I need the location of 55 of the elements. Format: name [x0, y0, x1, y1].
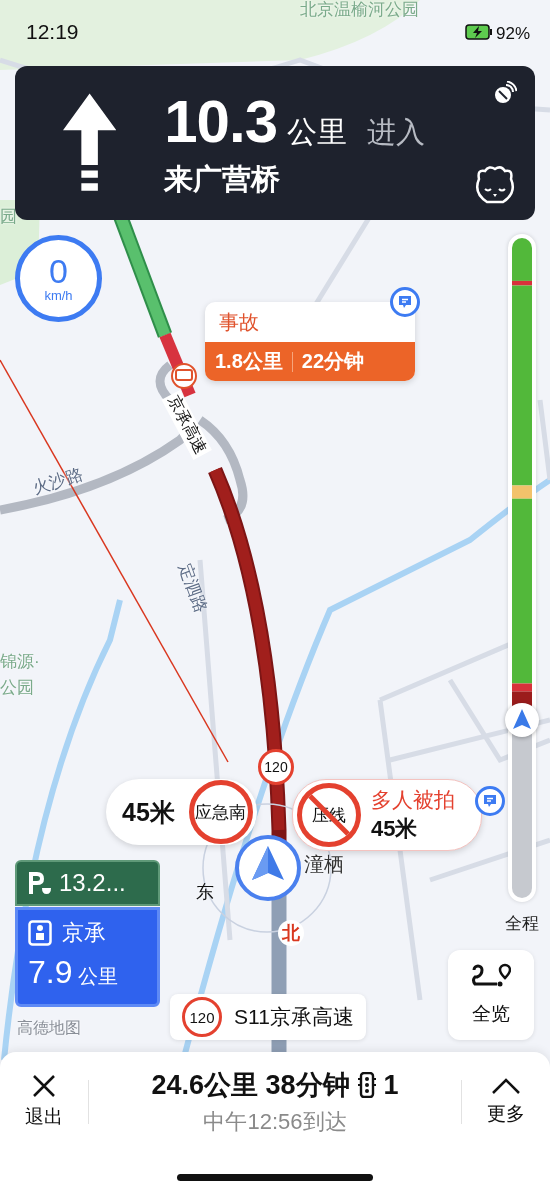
message-icon	[398, 295, 412, 309]
road-label: 定泗路	[174, 560, 212, 616]
road-label: 火沙路	[30, 463, 86, 500]
battery-charging-icon	[465, 24, 493, 40]
incident-distance: 1.8公里	[215, 349, 283, 374]
speed-unit: km/h	[44, 288, 73, 303]
battery-percent: 92%	[496, 24, 531, 44]
incident-marker	[171, 363, 197, 389]
exit-button[interactable]: 退出	[0, 1074, 88, 1130]
overview-button[interactable]: 全览	[448, 950, 534, 1040]
action-text: 进入	[367, 114, 425, 150]
exit-name: 京承	[62, 919, 106, 947]
close-icon	[32, 1074, 56, 1098]
alert-distance: 45米	[371, 815, 419, 843]
speed-value: 0	[49, 254, 68, 288]
exit-icon	[28, 920, 52, 946]
emergency-lane-sign: 应急南	[188, 780, 253, 844]
sleeping-face-icon[interactable]	[473, 165, 517, 205]
traffic-light-count: 1	[383, 1069, 399, 1101]
alert-distance: 45米	[122, 796, 175, 828]
incident-callout[interactable]: 事故 1.8公里 22分钟	[205, 302, 415, 381]
place-label: 北京温榆河公园	[300, 0, 419, 21]
navigation-arrow-icon	[513, 708, 531, 731]
distance-unit: 公里	[287, 113, 347, 150]
exit-distance: 7.9	[28, 954, 73, 991]
alert-title: 多人被拍	[371, 787, 455, 813]
compass-east: 东	[196, 881, 214, 904]
message-icon	[483, 794, 497, 808]
speed-limit-sign: 120	[182, 997, 222, 1037]
place-label: 公园	[0, 677, 34, 699]
speed-limit-sign: 120	[258, 749, 294, 785]
map-logo: 高德地图	[17, 1018, 81, 1038]
parking-cafe-icon	[27, 870, 53, 896]
place-label: 园	[0, 206, 17, 228]
vehicle-position-marker	[234, 834, 302, 902]
arrival-time: 中午12:56到达	[203, 1108, 347, 1136]
exit-unit: 公里	[78, 964, 119, 989]
message-button[interactable]	[475, 786, 505, 816]
service-distance: 13.2...	[59, 869, 126, 897]
message-button[interactable]	[390, 287, 420, 317]
satellite-signal-icon	[493, 81, 517, 105]
traffic-light-icon	[357, 1072, 376, 1098]
caret-up-icon	[491, 1077, 521, 1095]
distance-value: 10.3	[164, 86, 277, 156]
route-summary: 24.6公里 38分钟	[151, 1069, 350, 1102]
current-road-name: S11京承高速	[234, 1004, 354, 1030]
incident-duration: 22分钟	[301, 349, 365, 374]
full-route-label: 全程	[505, 913, 539, 935]
compass-north: 北	[278, 920, 304, 946]
road-name: 来广营桥	[164, 161, 282, 197]
more-button[interactable]: 更多	[462, 1077, 550, 1127]
status-time: 12:19	[26, 20, 79, 44]
place-label: 潼栖	[304, 852, 344, 877]
incident-title: 事故	[218, 310, 260, 335]
place-label: 锦源·	[0, 651, 40, 673]
